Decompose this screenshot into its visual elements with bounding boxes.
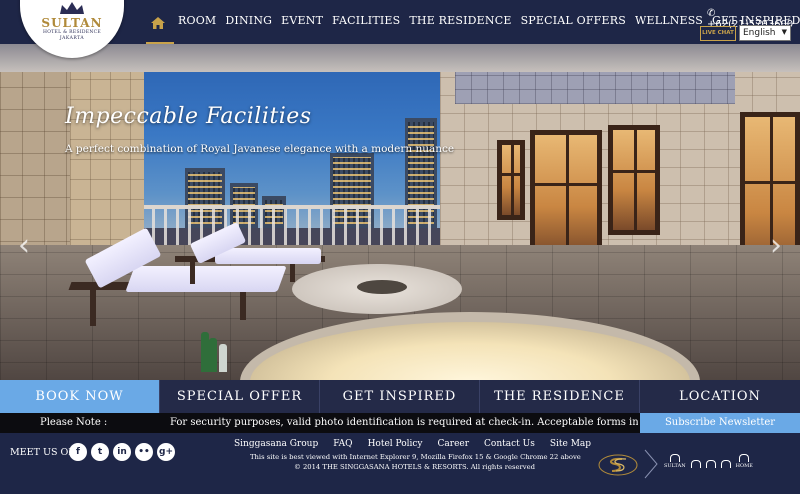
balcony-railing <box>140 205 450 249</box>
tab-book-now[interactable]: BOOK NOW <box>0 380 160 413</box>
menu-item-room[interactable]: ROOM <box>178 14 216 27</box>
facebook-icon[interactable]: f <box>69 443 87 461</box>
logo-subtitle: HOTEL & RESIDENCE <box>43 30 101 35</box>
deck-circle <box>292 264 462 314</box>
notice-marquee: For security purposes, valid photo ident… <box>170 417 638 428</box>
window <box>497 140 525 220</box>
social-links: f t in •• g+ <box>69 443 175 461</box>
chevron-left-icon[interactable]: ‹ <box>14 228 34 264</box>
live-chat-button[interactable]: LIVE CHAT <box>700 26 736 41</box>
home-icon[interactable] <box>146 14 170 29</box>
hero-banner: Impeccable Facilities A perfect combinat… <box>0 0 800 380</box>
footer-links: Singgasana Group FAQ Hotel Policy Career… <box>234 439 591 449</box>
brand-logo-sultan[interactable]: SULTAN <box>664 453 686 469</box>
bottles <box>195 322 235 372</box>
footer: MEET US ON f t in •• g+ Singgasana Group… <box>0 433 800 494</box>
tab-get-inspired[interactable]: GET INSPIRED <box>320 380 480 413</box>
singgasana-logo-icon[interactable] <box>598 453 638 477</box>
tab-special-offer[interactable]: SPECIAL OFFER <box>160 380 320 413</box>
linkedin-icon[interactable]: in <box>113 443 131 461</box>
meet-us-label: MEET US ON <box>10 447 77 458</box>
twitter-icon[interactable]: t <box>91 443 109 461</box>
caret-down-icon: ▼ <box>781 28 787 36</box>
subscribe-newsletter-button[interactable]: Subscribe Newsletter <box>640 413 800 433</box>
copyright: © 2014 THE SINGGASANA HOTELS & RESORTS. … <box>294 463 535 471</box>
window <box>608 125 660 235</box>
phone-icon: ✆ <box>707 8 716 19</box>
logo-brand: SULTAN <box>41 16 103 30</box>
menu-item-the-residence[interactable]: THE RESIDENCE <box>409 14 511 27</box>
browser-note: This site is best viewed with Internet E… <box>250 453 581 461</box>
roof-overhang <box>0 44 800 72</box>
tab-the-residence[interactable]: THE RESIDENCE <box>480 380 640 413</box>
googleplus-icon[interactable]: g+ <box>157 443 175 461</box>
flickr-icon[interactable]: •• <box>135 443 153 461</box>
language-value: English <box>743 28 776 38</box>
footer-link-contact-us[interactable]: Contact Us <box>484 439 535 449</box>
footer-link-singgasana-group[interactable]: Singgasana Group <box>234 439 318 449</box>
chevron-right-icon[interactable]: › <box>766 228 786 264</box>
french-door <box>530 130 602 260</box>
footer-link-hotel-policy[interactable]: Hotel Policy <box>368 439 423 449</box>
footer-link-faq[interactable]: FAQ <box>333 439 352 449</box>
menu-item-dining[interactable]: DINING <box>225 14 272 27</box>
language-select[interactable]: English ▼ <box>739 25 791 41</box>
logo-city: JAKARTA <box>59 36 85 41</box>
footer-link-career[interactable]: Career <box>438 439 470 449</box>
hero-title: Impeccable Facilities <box>65 104 312 129</box>
tab-location[interactable]: LOCATION <box>640 380 800 413</box>
chevron-right-icon <box>644 449 658 479</box>
menu-item-facilities[interactable]: FACILITIES <box>332 14 400 27</box>
home-active-indicator <box>146 42 174 44</box>
footer-link-site-map[interactable]: Site Map <box>550 439 591 449</box>
menu-item-wellness[interactable]: WELLNESS <box>635 14 703 27</box>
brand-logo[interactable] <box>705 453 716 469</box>
brand-logo[interactable] <box>690 453 701 469</box>
crown-icon <box>60 2 84 14</box>
quick-tabs: BOOK NOW SPECIAL OFFER GET INSPIRED THE … <box>0 380 800 413</box>
brand-logos: SULTAN HOME <box>664 453 753 469</box>
notice-label: Please Note : <box>40 417 108 428</box>
menu-item-event[interactable]: EVENT <box>281 14 323 27</box>
brand-logo-home[interactable]: HOME <box>736 453 753 469</box>
menu-item-special-offers[interactable]: SPECIAL OFFERS <box>521 14 626 27</box>
hero-subtitle: A perfect combination of Royal Javanese … <box>65 143 455 155</box>
brand-logo[interactable] <box>720 453 731 469</box>
